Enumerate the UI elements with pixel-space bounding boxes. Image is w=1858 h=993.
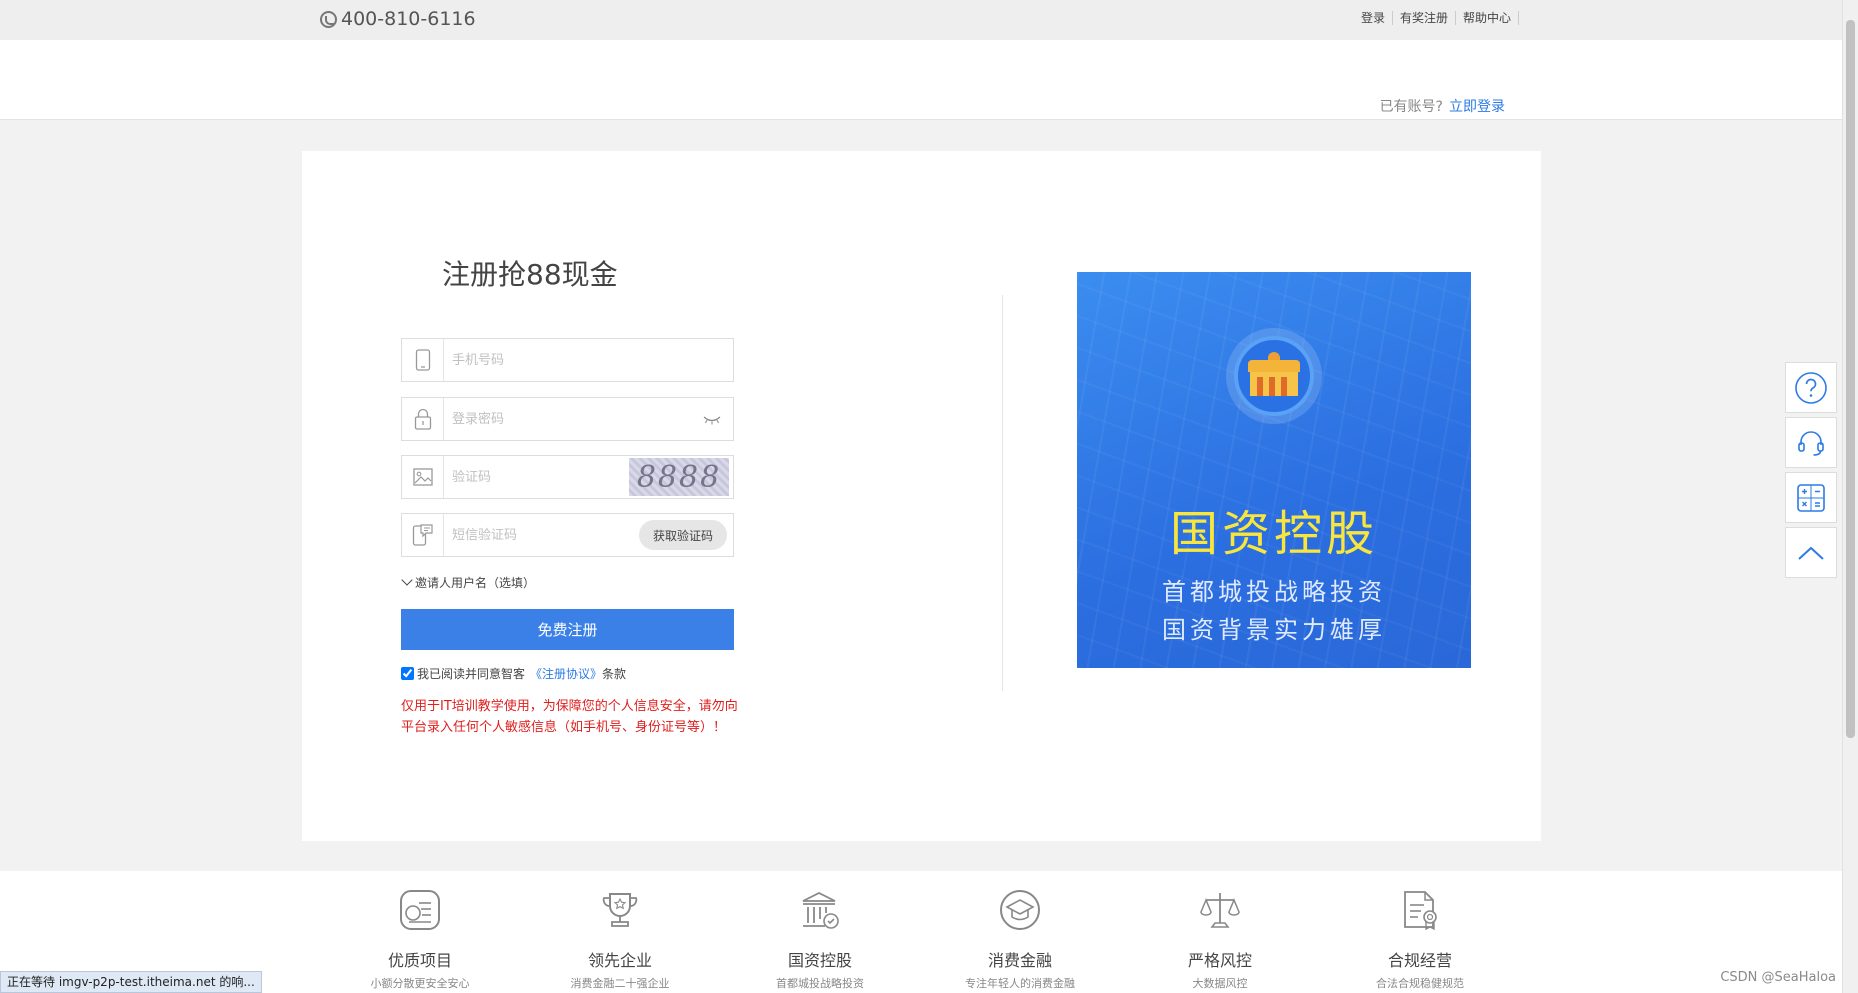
phone-field[interactable]: [401, 338, 734, 382]
feature-subtitle: 专注年轻人的消费金融: [965, 977, 1075, 990]
chevron-down-icon: [401, 574, 413, 586]
privacy-warning: 仅用于IT培训教学使用，为保障您的个人信息安全，请勿向平台录入任何个人敏感信息（…: [401, 699, 738, 735]
invite-label: 邀请人用户名（选填）: [415, 576, 536, 590]
feature-item: 合规经营 合法合规稳健规范: [1340, 889, 1500, 991]
agreement-link[interactable]: 《注册协议》: [530, 665, 602, 682]
graduate-cap-icon: [999, 889, 1041, 931]
header: 已有账号? 立即登录: [0, 40, 1842, 120]
trophy-icon: [599, 889, 641, 931]
feature-footer: 优质项目 小额分散更安全安心 领先企业 消费金融二十强企业 国资控股 首都城投战…: [0, 871, 1842, 993]
top-link-help[interactable]: 帮助中心: [1456, 11, 1519, 25]
feature-item: 优质项目 小额分散更安全安心: [340, 889, 500, 991]
browser-status-bar: 正在等待 imgv-p2p-test.itheima.net 的响...: [0, 971, 262, 993]
feature-title: 合规经营: [1387, 951, 1452, 970]
form-title: 注册抢88现金: [442, 258, 618, 291]
phone-input[interactable]: [452, 350, 632, 370]
feature-title: 严格风控: [1187, 951, 1252, 970]
feature-title: 消费金融: [987, 951, 1052, 970]
sms-phone-icon: [402, 514, 444, 556]
document-seal-icon: [1399, 889, 1441, 931]
captcha-image[interactable]: 8888: [629, 458, 729, 496]
agree-prefix: 我已阅读并同意智客: [417, 667, 526, 681]
top-bar: 400-810-6116 登录 有奖注册 帮助中心: [0, 0, 1842, 40]
agree-checkbox[interactable]: [401, 667, 414, 680]
top-link-register[interactable]: 有奖注册: [1393, 11, 1456, 25]
help-button[interactable]: [1785, 362, 1837, 413]
sms-code-input[interactable]: [452, 525, 632, 545]
watermark: CSDN @SeaHaloa: [1720, 970, 1836, 985]
calculator-button[interactable]: [1785, 472, 1837, 523]
feature-item: 领先企业 消费金融二十强企业: [540, 889, 700, 991]
register-button[interactable]: 免费注册: [401, 609, 734, 650]
floating-toolbar: [1785, 362, 1837, 582]
sms-code-field[interactable]: 获取验证码: [401, 513, 734, 557]
top-links: 登录 有奖注册 帮助中心: [1354, 11, 1519, 25]
promo-banner[interactable]: 国资控股 首都城投战略投资 国资背景实力雄厚: [1077, 272, 1471, 668]
feature-item: 消费金融 专注年轻人的消费金融: [940, 889, 1100, 991]
feature-subtitle: 小额分散更安全安心: [370, 977, 470, 990]
password-field[interactable]: [401, 397, 734, 441]
chevron-up-icon: [1798, 546, 1824, 560]
captcha-input[interactable]: [452, 467, 632, 487]
account-prompt: 已有账号? 立即登录: [1380, 96, 1505, 116]
feature-subtitle: 合法合规稳健规范: [1376, 977, 1464, 990]
coin-list-icon: [399, 889, 441, 931]
back-to-top-button[interactable]: [1785, 527, 1837, 578]
invite-toggle[interactable]: 邀请人用户名（选填）: [401, 574, 535, 591]
feature-subtitle: 首都城投战略投资: [776, 977, 864, 990]
captcha-field[interactable]: 8888: [401, 455, 734, 499]
page-scrollbar[interactable]: [1842, 0, 1858, 993]
building-badge-icon: [1226, 328, 1322, 424]
banner-title: 国资控股: [1169, 506, 1378, 562]
bank-icon: [799, 889, 841, 931]
feature-item: 严格风控 大数据风控: [1140, 889, 1300, 991]
agreement-row: 我已阅读并同意智客 《注册协议》 条款: [401, 665, 626, 682]
feature-title: 国资控股: [787, 951, 852, 970]
login-now-link[interactable]: 立即登录: [1449, 99, 1505, 115]
eye-closed-icon[interactable]: [703, 414, 721, 428]
feature-item: 国资控股 首都城投战略投资: [740, 889, 900, 991]
lock-icon: [402, 398, 444, 440]
hotline-number: 400-810-6116: [341, 8, 476, 30]
top-link-login[interactable]: 登录: [1354, 11, 1393, 25]
calculator-icon: [1797, 483, 1825, 512]
image-icon: [402, 456, 444, 498]
feature-title: 优质项目: [387, 951, 452, 970]
headset-icon: [1798, 430, 1824, 456]
password-input[interactable]: [452, 409, 632, 429]
banner-line-1: 首都城投战略投资: [1162, 578, 1386, 606]
question-icon: [1795, 371, 1827, 404]
mobile-icon: [402, 339, 444, 381]
phone-icon: [320, 10, 337, 28]
hotline: 400-810-6116: [320, 8, 476, 30]
agree-suffix: 条款: [602, 667, 627, 681]
banner-line-2: 国资背景实力雄厚: [1162, 616, 1386, 644]
has-account-text: 已有账号?: [1379, 99, 1443, 115]
scrollbar-thumb[interactable]: [1846, 20, 1855, 738]
get-sms-code-button[interactable]: 获取验证码: [639, 520, 727, 550]
scale-icon: [1199, 889, 1241, 931]
vertical-divider: [1002, 295, 1003, 691]
feature-subtitle: 消费金融二十强企业: [570, 977, 670, 990]
register-card: 注册抢88现金 8888 获取验证码 邀请人用户名（选填） 免费注册: [302, 151, 1541, 841]
feature-subtitle: 大数据风控: [1192, 977, 1248, 990]
feature-title: 领先企业: [587, 951, 652, 970]
customer-service-button[interactable]: [1785, 417, 1837, 468]
